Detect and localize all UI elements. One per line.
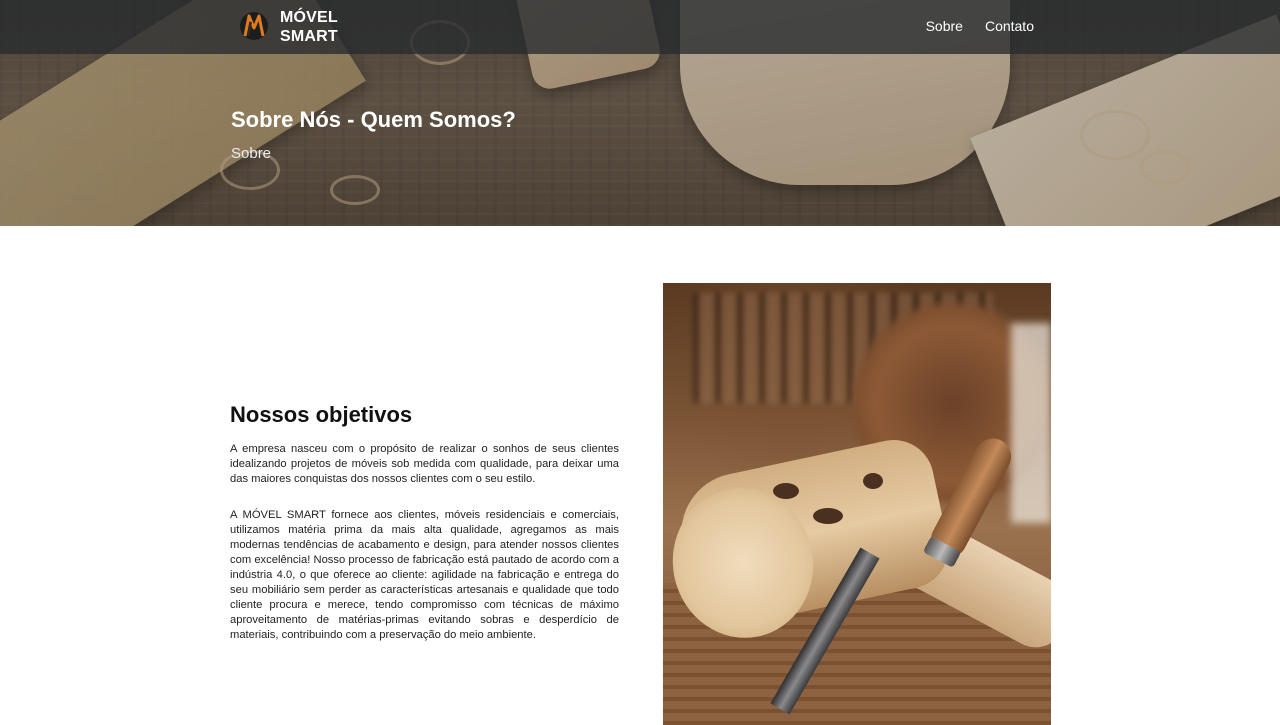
- about-paragraph-1: A empresa nasceu com o propósito de real…: [230, 443, 619, 485]
- nav-link-sobre[interactable]: Sobre: [926, 18, 963, 34]
- movel-smart-logo-icon[interactable]: [239, 10, 269, 42]
- breadcrumb: Sobre: [231, 145, 272, 162]
- about-paragraph-2: A MÓVEL SMART fornece aos clientes, móve…: [230, 509, 619, 641]
- brand-line-2: SMART: [280, 28, 338, 45]
- nav-link-contato[interactable]: Contato: [985, 18, 1034, 34]
- top-navbar: MÓVEL SMART Sobre Contato: [0, 0, 1280, 54]
- carpentry-tools-image: [663, 283, 1051, 725]
- brand-name[interactable]: MÓVEL SMART: [280, 8, 360, 46]
- nav-menu: Sobre Contato: [926, 18, 1034, 34]
- brand-line-1: MÓVEL: [280, 9, 338, 26]
- section-title: Nossos objetivos: [230, 402, 413, 427]
- page-title: Sobre Nós - Quem Somos?: [231, 107, 516, 132]
